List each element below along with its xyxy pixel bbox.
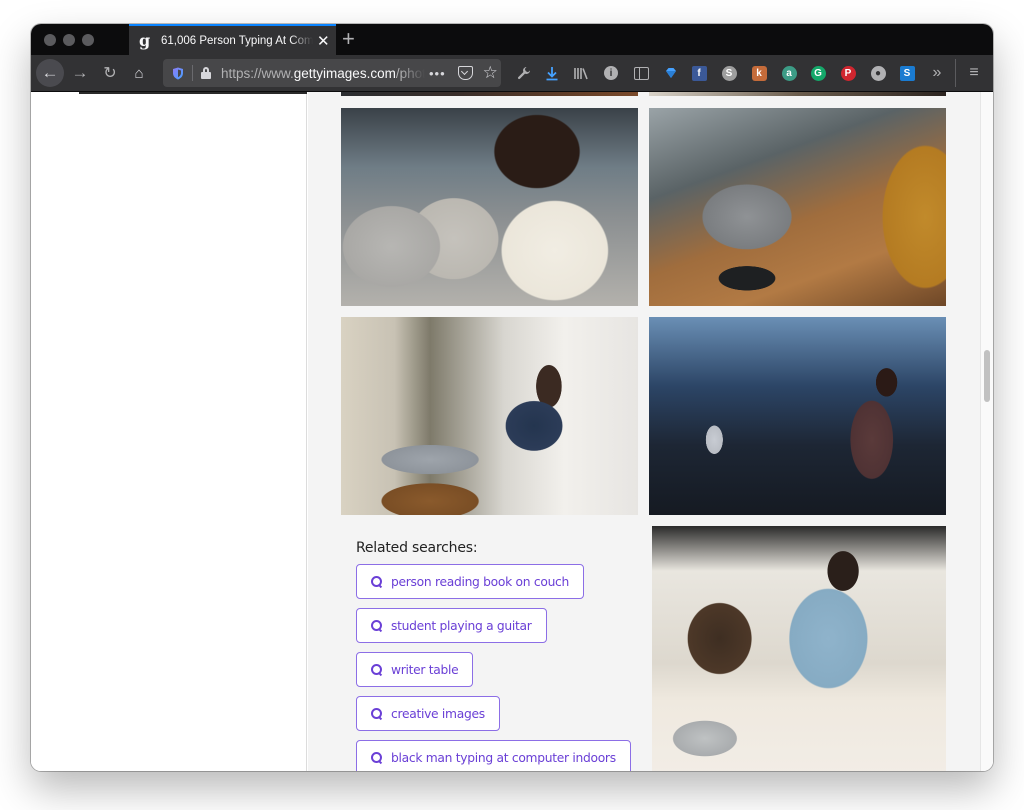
image-results-pane: Related searches: person reading book on… — [308, 92, 980, 771]
tab-strip: g 61,006 Person Typing At Computer Indoo… — [31, 24, 993, 55]
reload-button[interactable]: ↻ — [97, 60, 123, 86]
related-search-chip[interactable]: person reading book on couch — [356, 564, 585, 599]
g-glyph: G — [810, 65, 826, 81]
related-searches-heading: Related searches: — [356, 540, 478, 556]
page-content: Related searches: person reading book on… — [31, 92, 993, 771]
left-blank-pane — [31, 92, 307, 771]
scrollbar-thumb[interactable] — [984, 350, 990, 402]
lock-icon[interactable] — [201, 67, 211, 79]
s-extension-icon[interactable]: S — [720, 64, 738, 82]
related-search-chip[interactable]: black man typing at computer indoors — [356, 740, 631, 771]
related-search-chip[interactable]: student playing a guitar — [356, 608, 547, 643]
k-extension-icon[interactable]: k — [750, 64, 768, 82]
a-extension-icon[interactable]: a — [780, 64, 798, 82]
s-blue-extension-icon[interactable]: S — [898, 64, 916, 82]
search-icon — [371, 575, 383, 588]
photo-woman-laptop-armchair[interactable] — [341, 317, 638, 515]
grammarly-extension-icon[interactable]: G — [809, 64, 827, 82]
tab-close-icon[interactable]: ✕ — [317, 32, 330, 50]
photo-woman-laptop-cafe-night[interactable] — [649, 317, 946, 515]
active-tab[interactable]: g 61,006 Person Typing At Computer Indoo… — [129, 24, 336, 55]
pocket-icon[interactable] — [457, 66, 473, 80]
window-maximize-button[interactable] — [82, 34, 94, 46]
k-glyph: k — [751, 65, 767, 81]
related-search-label: black man typing at computer indoors — [391, 750, 616, 765]
photo-hands-laptop-credit-card[interactable] — [649, 108, 946, 306]
related-search-label: writer table — [391, 662, 459, 677]
window-minimize-button[interactable] — [63, 34, 75, 46]
search-icon — [371, 751, 383, 764]
account-glyph: ● — [870, 65, 886, 81]
wrench-icon[interactable] — [515, 64, 533, 82]
gettyimages-favicon-icon: g — [139, 30, 151, 50]
hamburger-menu-icon[interactable]: ≡ — [965, 64, 983, 82]
tracking-protection-shield-icon[interactable] — [172, 67, 184, 80]
url-path: /photos/person-typing-at-computer-indoor… — [395, 65, 425, 81]
toolbar-divider — [955, 59, 956, 87]
photo-partial-top-left[interactable] — [341, 92, 638, 96]
s-blue-glyph: S — [899, 65, 915, 81]
photo-partial-top-right[interactable] — [649, 92, 946, 96]
search-icon — [371, 663, 383, 676]
url-separator — [192, 65, 193, 81]
url-bar[interactable]: https://www.gettyimages.com/photos/perso… — [163, 59, 501, 87]
url-host: gettyimages.com — [293, 65, 396, 81]
related-search-chip[interactable]: writer table — [356, 652, 474, 687]
related-search-label: person reading book on couch — [391, 574, 570, 589]
overflow-menu-icon[interactable]: » — [928, 64, 946, 82]
info-icon[interactable]: i — [602, 64, 620, 82]
forward-button[interactable]: → — [67, 60, 93, 86]
photo-man-laptop-with-pets[interactable] — [652, 526, 946, 771]
related-search-label: student playing a guitar — [391, 618, 532, 633]
search-icon — [371, 619, 383, 632]
sidebar-glyph — [633, 66, 649, 80]
url-scheme: https://www. — [221, 65, 294, 81]
account-extension-icon[interactable]: ● — [869, 64, 887, 82]
a-glyph: a — [781, 65, 797, 81]
new-tab-button[interactable]: + — [342, 27, 355, 51]
bookmark-star-icon[interactable]: ☆ — [483, 63, 498, 83]
back-button[interactable]: ← — [36, 59, 64, 87]
s-glyph: S — [721, 65, 737, 81]
related-search-label: creative images — [391, 706, 485, 721]
sidebar-icon[interactable] — [632, 64, 650, 82]
browser-window: g 61,006 Person Typing At Computer Indoo… — [31, 24, 993, 771]
download-icon[interactable] — [543, 64, 561, 82]
gem-extension-icon[interactable] — [662, 64, 680, 82]
related-search-chip[interactable]: creative images — [356, 696, 500, 731]
photo-woman-typing-on-couch[interactable] — [341, 108, 638, 306]
info-glyph: i — [604, 66, 618, 80]
left-pane-top-edge — [79, 92, 307, 94]
facebook-extension-icon[interactable]: f — [690, 64, 708, 82]
tab-title: 61,006 Person Typing At Computer Indoors… — [161, 34, 313, 47]
related-searches: Related searches: person reading book on… — [356, 540, 636, 771]
navigation-toolbar: ← → ↻ ⌂ https://www.gettyimages.com/phot… — [31, 55, 993, 92]
home-button[interactable]: ⌂ — [126, 60, 152, 86]
url-input[interactable]: https://www.gettyimages.com/photos/perso… — [221, 66, 425, 81]
search-icon — [371, 707, 383, 720]
page-actions-icon[interactable]: ••• — [429, 66, 446, 81]
facebook-glyph: f — [691, 65, 707, 81]
library-icon[interactable] — [572, 64, 590, 82]
pinterest-glyph: P — [840, 65, 856, 81]
vertical-scrollbar[interactable] — [980, 92, 993, 771]
window-close-button[interactable] — [44, 34, 56, 46]
pinterest-extension-icon[interactable]: P — [839, 64, 857, 82]
